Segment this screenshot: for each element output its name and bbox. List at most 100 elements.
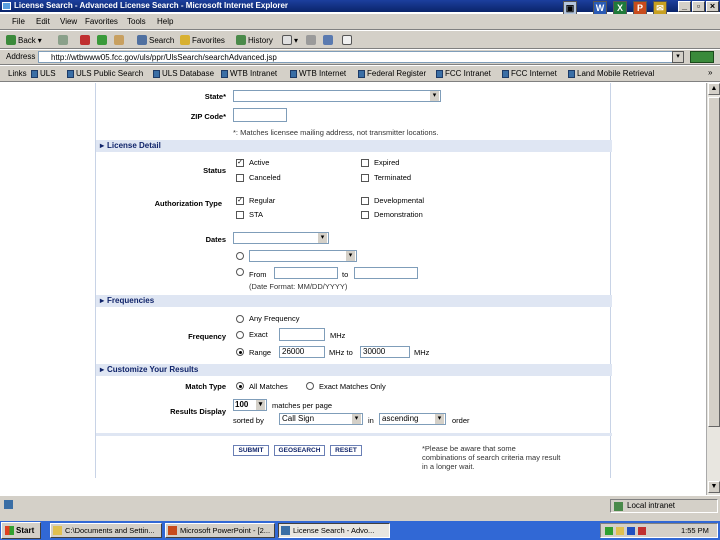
refresh-button[interactable] [97, 34, 107, 46]
exact-frequency-input[interactable] [279, 328, 325, 341]
stop-button[interactable] [80, 34, 90, 46]
status-active-checkbox[interactable]: ✓ [236, 159, 244, 167]
per-page-select[interactable]: 100 [233, 399, 267, 411]
outlook-icon[interactable]: ✉ [653, 1, 667, 15]
auth-regular-label: Regular [249, 196, 276, 205]
address-bar: Address http://wtbwww05.fcc.gov/uls/ppr/… [0, 50, 720, 65]
link-fcc-intranet[interactable]: FCC Intranet [436, 69, 491, 78]
sort-field-select[interactable]: Call Sign [279, 413, 363, 425]
range-to-input[interactable]: 30000 [360, 346, 410, 358]
windows-logo-icon [5, 526, 14, 535]
scroll-down-icon[interactable]: ▼ [708, 481, 720, 493]
task-powerpoint[interactable]: Microsoft PowerPoint - [2... [165, 523, 275, 538]
excel-icon[interactable]: X [613, 1, 627, 15]
search-icon [137, 35, 147, 45]
auth-demonstration-label: Demonstration [374, 210, 423, 219]
home-button[interactable] [114, 34, 124, 46]
status-terminated-checkbox[interactable] [361, 174, 369, 182]
standard-toolbar: Back ▾ Search Favorites History ▾ [0, 31, 720, 49]
link-uls-database[interactable]: ULS Database [153, 69, 214, 78]
tray-icon-4[interactable] [638, 527, 646, 535]
powerpoint-icon[interactable]: P [633, 1, 647, 15]
match-type-label: Match Type [185, 382, 226, 391]
mail-button[interactable]: ▾ [282, 34, 298, 46]
auth-demonstration-checkbox[interactable] [361, 211, 369, 219]
submit-button[interactable]: SUBMIT [233, 445, 269, 456]
any-frequency-radio[interactable] [236, 315, 244, 323]
discuss-button[interactable] [342, 34, 352, 46]
zone-panel: Local intranet [610, 499, 718, 513]
status-expired-checkbox[interactable] [361, 159, 369, 167]
back-button[interactable]: Back ▾ [6, 34, 42, 46]
tray-icon-2[interactable] [616, 527, 624, 535]
sort-order-select[interactable]: ascending [379, 413, 446, 425]
go-icon[interactable] [690, 51, 714, 63]
menu-help[interactable]: Help [157, 17, 173, 26]
link-fcc-internet[interactable]: FCC Internet [502, 69, 557, 78]
zip-input[interactable] [233, 108, 287, 122]
favorites-icon [180, 35, 190, 45]
menu-edit[interactable]: Edit [36, 17, 50, 26]
date-preset-select[interactable] [249, 250, 357, 262]
range-from-input[interactable]: 26000 [279, 346, 325, 358]
address-input[interactable]: http://wtbwww05.fcc.gov/uls/ppr/UlsSearc… [38, 51, 678, 63]
tray-icon-1[interactable] [605, 527, 613, 535]
edit-button[interactable] [323, 34, 333, 46]
range-frequency-radio[interactable] [236, 348, 244, 356]
link-page-icon [502, 69, 509, 78]
links-overflow-icon[interactable]: » [708, 68, 712, 77]
address-note: *: Matches licensee mailing address, not… [233, 128, 439, 137]
exact-matches-label: Exact Matches Only [319, 382, 386, 391]
task-license-search[interactable]: License Search - Advo... [278, 523, 390, 538]
folder-icon [53, 526, 62, 535]
link-page-icon [358, 69, 365, 78]
scroll-thumb[interactable] [708, 97, 720, 427]
link-wtb-internet[interactable]: WTB Internet [290, 69, 346, 78]
maximize-button[interactable]: ▫ [692, 1, 705, 12]
menu-tools[interactable]: Tools [127, 17, 146, 26]
scroll-up-icon[interactable]: ▲ [708, 83, 720, 95]
date-preset-radio[interactable] [236, 252, 244, 260]
link-uls-public-search[interactable]: ULS Public Search [67, 69, 143, 78]
geosearch-button[interactable]: GEOSEARCH [274, 445, 325, 456]
address-dropdown-button[interactable]: ▾ [672, 51, 684, 63]
close-button[interactable]: × [706, 1, 719, 12]
date-to-input[interactable] [354, 267, 418, 279]
vertical-scrollbar[interactable]: ▲ ▼ [706, 83, 720, 495]
exact-matches-radio[interactable] [306, 382, 314, 390]
date-range-radio[interactable] [236, 268, 244, 276]
status-bar: Local intranet [0, 495, 720, 521]
link-federal-register[interactable]: Federal Register [358, 69, 426, 78]
link-page-icon [153, 69, 160, 78]
task-explorer[interactable]: C:\Documents and Settin... [50, 523, 162, 538]
date-from-input[interactable] [274, 267, 338, 279]
links-label: Links [8, 69, 27, 78]
forward-button[interactable] [58, 34, 68, 46]
menu-favorites[interactable]: Favorites [85, 17, 118, 26]
link-page-icon [568, 69, 575, 78]
favorites-button[interactable]: Favorites [180, 34, 225, 46]
quick-launch-icon[interactable]: ▣ [563, 1, 577, 15]
link-wtb-intranet[interactable]: WTB Intranet [221, 69, 277, 78]
print-button[interactable] [306, 34, 316, 46]
menu-file[interactable]: File [12, 17, 25, 26]
link-land-mobile-retrieval[interactable]: Land Mobile Retrieval [568, 69, 654, 78]
auth-regular-checkbox[interactable]: ✓ [236, 197, 244, 205]
state-select[interactable] [233, 90, 441, 102]
link-page-icon [290, 69, 297, 78]
minimize-button[interactable]: _ [678, 1, 691, 12]
auth-sta-checkbox[interactable] [236, 211, 244, 219]
word-icon[interactable]: W [593, 1, 607, 15]
link-uls[interactable]: ULS [31, 69, 56, 78]
exact-frequency-radio[interactable] [236, 331, 244, 339]
menu-view[interactable]: View [60, 17, 77, 26]
reset-button[interactable]: RESET [330, 445, 362, 456]
auth-developmental-checkbox[interactable] [361, 197, 369, 205]
history-button[interactable]: History [236, 34, 273, 46]
all-matches-radio[interactable] [236, 382, 244, 390]
start-button[interactable]: Start [1, 522, 41, 539]
status-canceled-checkbox[interactable] [236, 174, 244, 182]
dates-type-select[interactable] [233, 232, 329, 244]
tray-icon-3[interactable] [627, 527, 635, 535]
search-button[interactable]: Search [137, 34, 174, 46]
